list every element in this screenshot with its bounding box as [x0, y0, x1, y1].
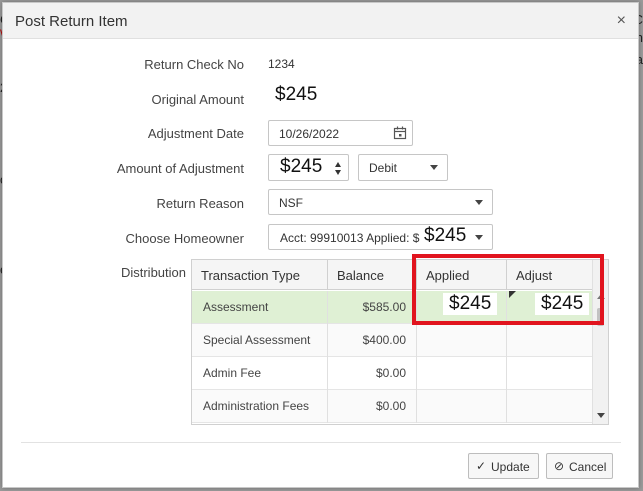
amount-of-adjustment-label: Amount of Adjustment [116, 161, 244, 176]
cell-balance: $585.00 [328, 291, 417, 324]
cell-transaction-type: Administration Fees [192, 390, 328, 423]
cell-applied[interactable]: $245 [417, 291, 507, 324]
cell-applied[interactable] [417, 390, 507, 423]
stepper-down-icon[interactable] [335, 170, 341, 175]
return-check-no-label: Return Check No [144, 57, 244, 72]
cell-adjust[interactable] [507, 324, 592, 357]
column-header-adjust[interactable]: Adjust [507, 260, 592, 290]
cell-adjust[interactable]: $245 [507, 291, 592, 324]
checkmark-icon: ✓ [476, 459, 487, 473]
dirty-cell-marker-icon [509, 291, 516, 298]
table-row[interactable]: Administration Fees $0.00 [192, 390, 592, 423]
amount-of-adjustment-input[interactable]: $245 [268, 154, 349, 181]
chevron-down-icon [475, 200, 483, 205]
post-return-item-dialog: Post Return Item × Return Check No 1234 … [2, 2, 639, 488]
cell-adjust[interactable] [507, 357, 592, 390]
grid-scrollbar[interactable] [592, 260, 608, 424]
scroll-up-icon[interactable] [597, 294, 605, 299]
table-row[interactable]: Admin Fee $0.00 [192, 357, 592, 390]
return-reason-value: NSF [279, 196, 303, 210]
return-reason-select[interactable]: NSF [268, 189, 493, 215]
original-amount-label: Original Amount [151, 92, 245, 107]
dialog-titlebar: Post Return Item × [3, 3, 638, 39]
dialog-title: Post Return Item [15, 13, 128, 30]
adjustment-date-value: 10/26/2022 [279, 127, 340, 141]
cell-transaction-type: Special Assessment [192, 324, 328, 357]
adjust-amount: $245 [535, 293, 590, 315]
calendar-icon[interactable] [393, 126, 407, 140]
cell-transaction-type: Admin Fee [192, 357, 328, 390]
cell-applied[interactable] [417, 357, 507, 390]
column-header-transaction-type[interactable]: Transaction Type [192, 260, 328, 290]
footer-divider [21, 442, 621, 443]
cell-adjust[interactable] [507, 390, 592, 423]
choose-homeowner-value: Acct: 99910013 Applied: $ [280, 231, 420, 245]
cell-balance: $400.00 [328, 324, 417, 357]
amount-of-adjustment-value: $245 [280, 156, 323, 177]
original-amount-value: $245 [275, 84, 318, 105]
choose-homeowner-select[interactable]: Acct: 99910013 Applied: $ $245 [268, 224, 493, 250]
distribution-label: Distribution [120, 265, 186, 280]
scroll-down-icon[interactable] [597, 413, 605, 418]
applied-amount: $245 [443, 293, 498, 315]
table-row[interactable]: Assessment $585.00 $245 $245 [192, 291, 592, 324]
adjustment-date-label: Adjustment Date [147, 126, 244, 141]
choose-homeowner-applied-amount: $245 [422, 225, 469, 247]
update-button[interactable]: ✓ Update [468, 453, 539, 479]
cell-applied[interactable] [417, 324, 507, 357]
cancel-button[interactable]: ⊘ Cancel [546, 453, 613, 479]
stepper-up-icon[interactable] [335, 162, 341, 167]
update-button-label: Update [491, 460, 530, 474]
return-reason-label: Return Reason [156, 196, 244, 211]
adjustment-type-select[interactable]: Debit [358, 154, 448, 181]
cell-balance: $0.00 [328, 390, 417, 423]
adjustment-date-input[interactable]: 10/26/2022 [268, 120, 413, 146]
distribution-grid: Transaction Type Balance Applied Adjust … [191, 259, 609, 425]
cell-balance: $0.00 [328, 357, 417, 390]
choose-homeowner-label: Choose Homeowner [125, 231, 244, 246]
scrollbar-thumb[interactable] [597, 308, 604, 326]
column-header-applied[interactable]: Applied [417, 260, 507, 290]
cancel-button-label: Cancel [569, 460, 607, 474]
cancel-icon: ⊘ [554, 459, 565, 473]
adjustment-type-value: Debit [369, 161, 398, 175]
grid-header: Transaction Type Balance Applied Adjust [192, 260, 592, 290]
close-icon[interactable]: × [617, 12, 626, 30]
chevron-down-icon [475, 235, 483, 240]
table-row[interactable]: Special Assessment $400.00 [192, 324, 592, 357]
chevron-down-icon [430, 165, 438, 170]
cell-transaction-type: Assessment [192, 291, 328, 324]
return-check-no-value: 1234 [268, 57, 295, 71]
column-header-balance[interactable]: Balance [328, 260, 417, 290]
